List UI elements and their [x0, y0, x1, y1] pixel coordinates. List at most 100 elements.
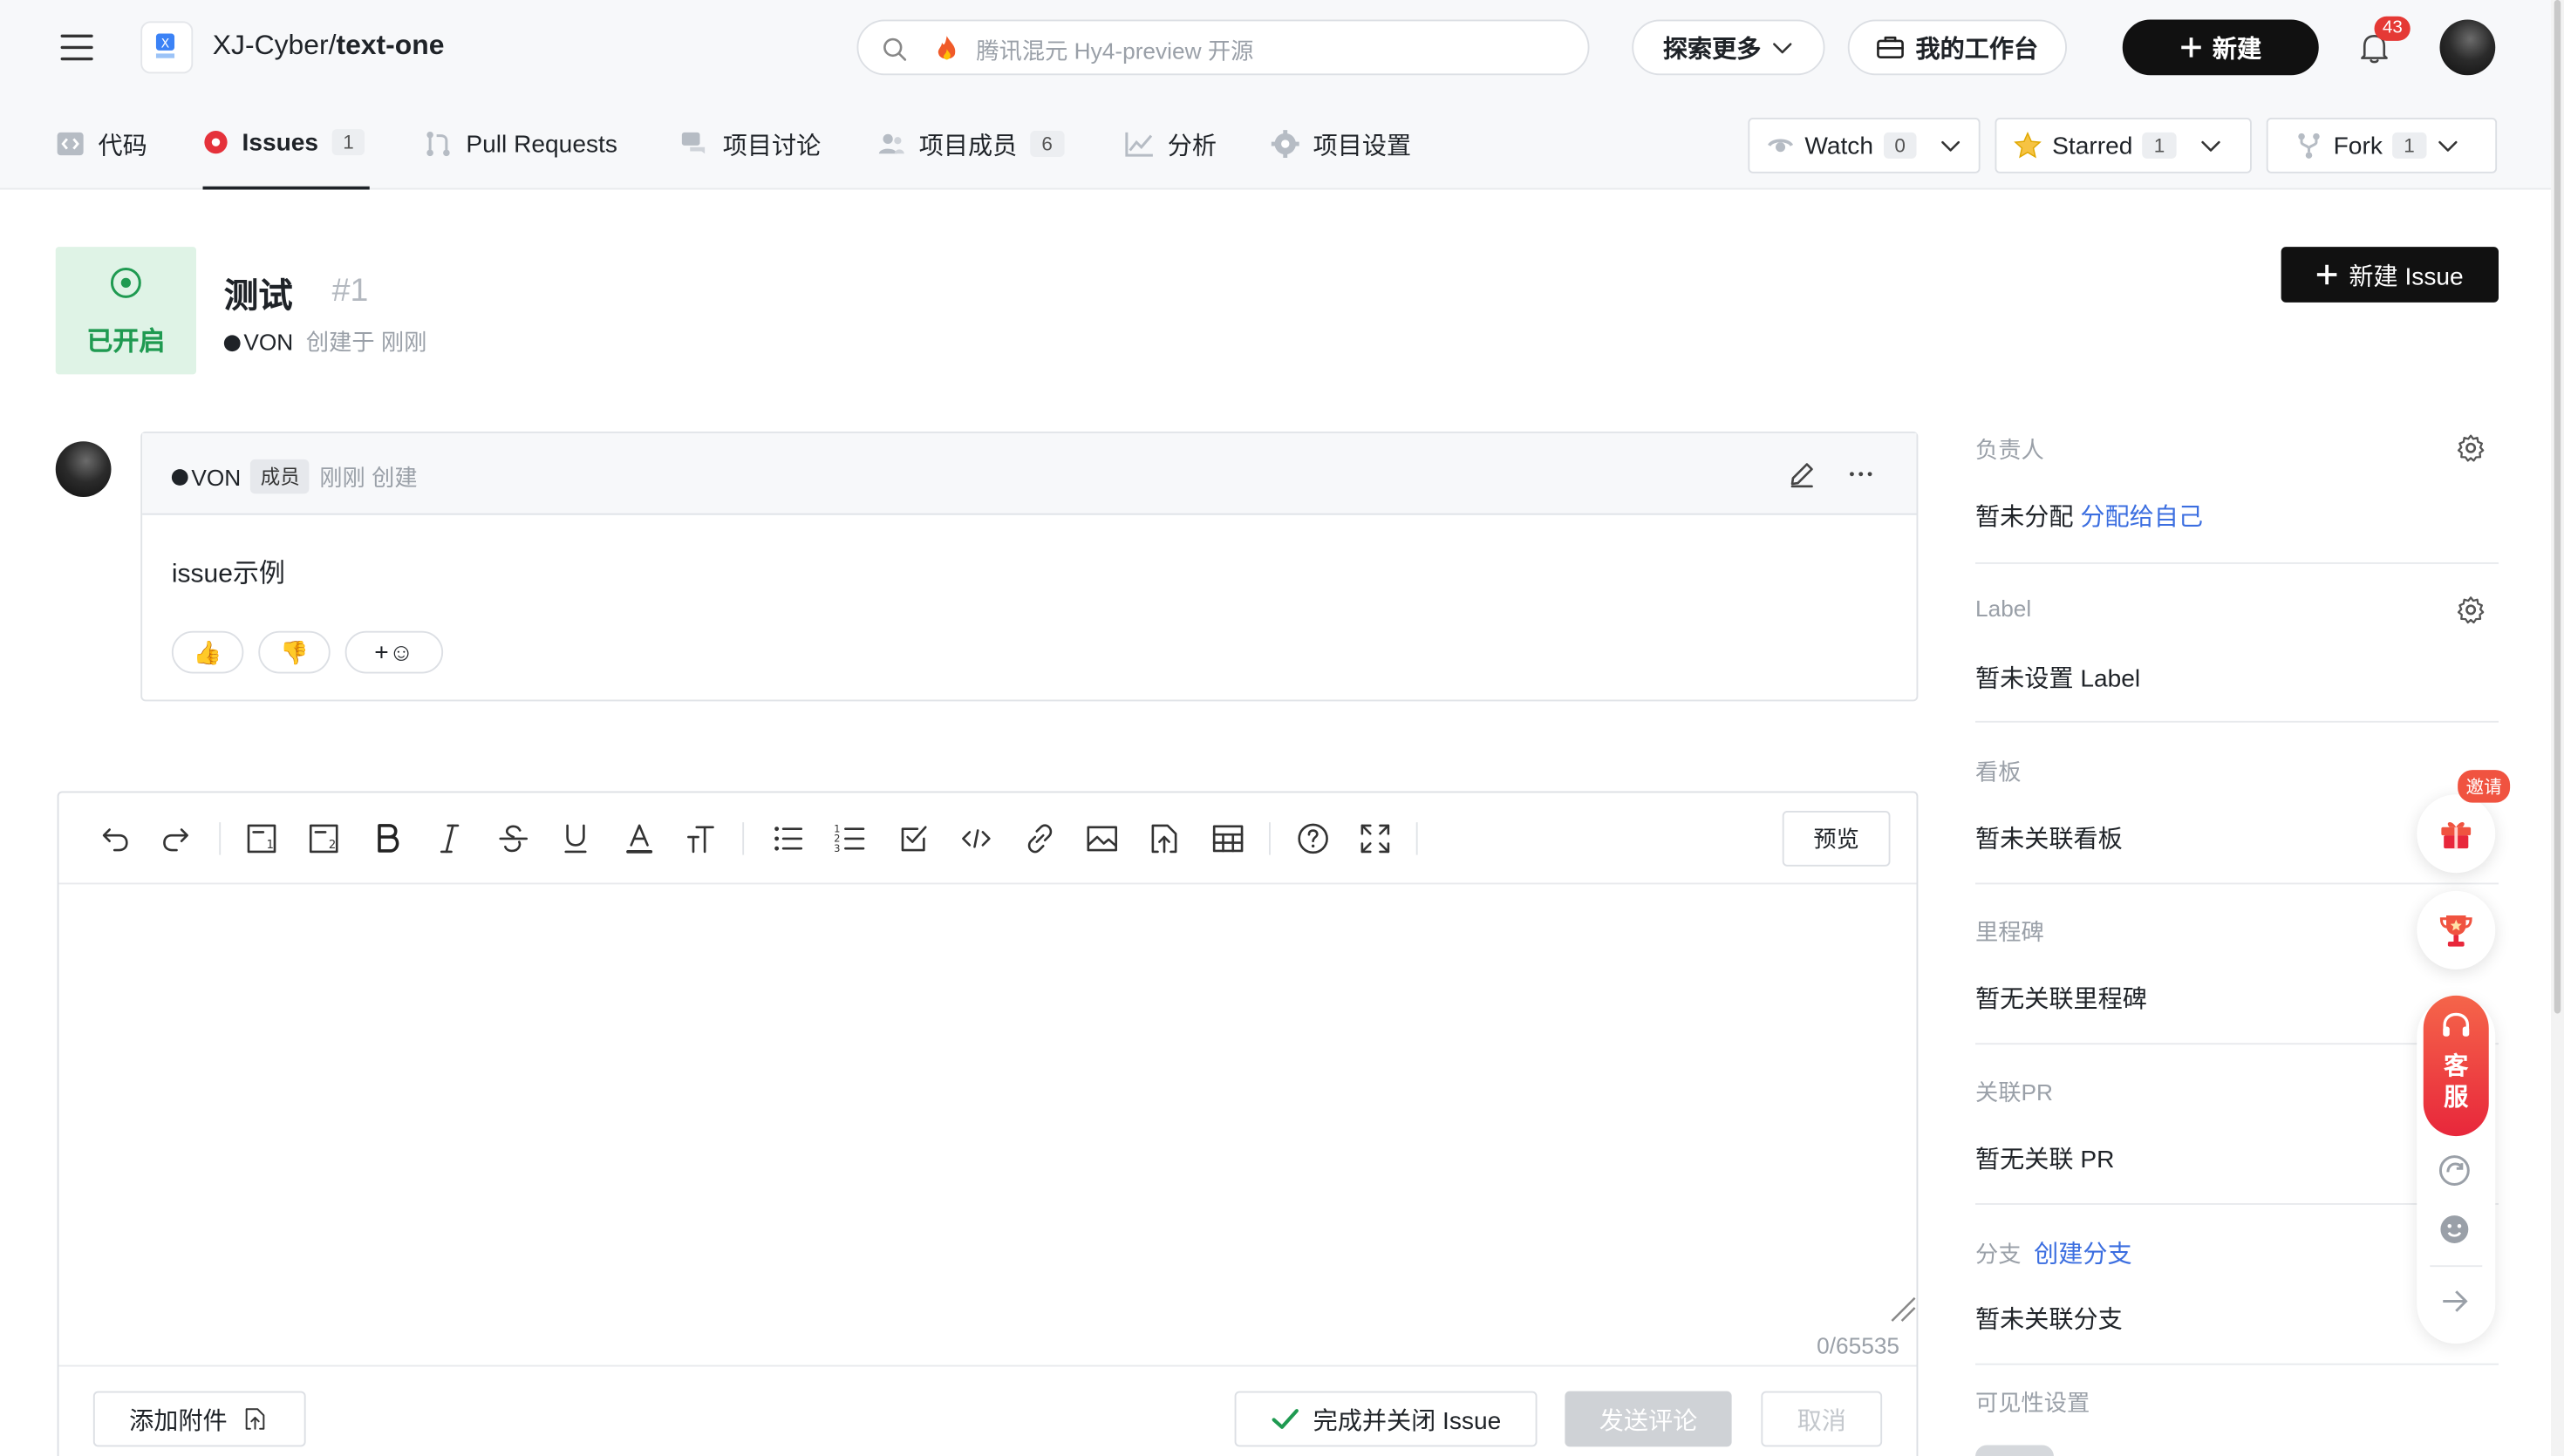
fire-icon — [938, 36, 956, 60]
discussion-icon — [681, 132, 706, 154]
comment-card: VON 成员 刚刚 创建 issue示例 👍 👎 +☺ — [140, 432, 1919, 702]
plus-icon — [2181, 37, 2201, 58]
watch-count: 0 — [1883, 132, 1918, 159]
hamburger-menu-icon[interactable] — [59, 30, 95, 65]
chevron-down-icon[interactable] — [1940, 134, 1962, 157]
bullet-list-icon[interactable] — [768, 819, 808, 858]
board-label: 看板 — [1975, 759, 2022, 785]
font-color-icon[interactable] — [620, 819, 659, 858]
repo-path[interactable]: XJ-Cyber/text-one — [213, 30, 445, 63]
new-button[interactable]: 新建 — [2122, 19, 2319, 76]
tab-issues[interactable]: Issues 1 — [202, 99, 370, 190]
thumbs-down-reaction[interactable]: 👎 — [258, 630, 331, 674]
customer-service-button[interactable]: 客服 — [2423, 995, 2489, 1137]
add-reaction-button[interactable]: +☺ — [344, 630, 444, 674]
heading-1-icon[interactable]: 1 — [242, 819, 282, 858]
floating-divider — [2430, 1265, 2483, 1268]
smiley-feedback-icon[interactable] — [2438, 1213, 2472, 1246]
comment-author[interactable]: VON — [191, 464, 241, 490]
new-issue-button[interactable]: 新建 Issue — [2281, 247, 2499, 303]
headset-icon — [2443, 1012, 2470, 1037]
editor-divider — [58, 1364, 1917, 1367]
help-icon[interactable] — [1293, 819, 1333, 858]
toolbar-divider — [1415, 822, 1418, 855]
arrow-right-icon[interactable] — [2438, 1285, 2472, 1318]
explore-more-button[interactable]: 探索更多 — [1632, 19, 1825, 76]
bold-icon[interactable] — [368, 819, 407, 858]
undo-icon[interactable] — [95, 819, 134, 858]
upload-file-icon[interactable] — [1145, 819, 1184, 858]
underline-icon[interactable] — [556, 819, 596, 858]
tab-settings[interactable]: 项目设置 — [1271, 99, 1411, 190]
refresh-icon[interactable] — [2438, 1154, 2472, 1187]
toolbar-divider — [1269, 822, 1271, 855]
chevron-down-icon[interactable] — [2199, 134, 2222, 157]
customer-service-label: 客服 — [2424, 1051, 2489, 1113]
redo-icon[interactable] — [157, 819, 196, 858]
italic-icon[interactable] — [430, 819, 469, 858]
issue-number: #1 — [331, 273, 369, 310]
label-settings-gear-icon[interactable] — [2456, 595, 2486, 625]
branch-label-text: 分支 — [1975, 1241, 2022, 1268]
tab-members[interactable]: 项目成员 6 — [876, 99, 1065, 190]
tab-settings-label: 项目设置 — [1313, 131, 1412, 160]
tab-pull-requests-label: Pull Requests — [466, 130, 617, 158]
font-size-icon[interactable] — [682, 819, 721, 858]
tab-analytics[interactable]: 分析 — [1125, 99, 1217, 190]
tab-code[interactable]: 代码 — [56, 99, 147, 190]
search-box[interactable]: 腾讯混元 Hy4-preview 开源 — [856, 19, 1590, 76]
cancel-button[interactable]: 取消 — [1761, 1391, 1883, 1447]
comment-author-avatar[interactable] — [55, 441, 112, 497]
resize-handle-icon[interactable] — [1887, 1293, 1920, 1326]
chevron-down-icon[interactable] — [2436, 134, 2458, 157]
add-attachment-button[interactable]: 添加附件 — [92, 1391, 306, 1447]
visibility-label: 可见性设置 — [1975, 1389, 2090, 1416]
code-block-icon[interactable] — [957, 819, 996, 858]
image-icon[interactable] — [1082, 819, 1122, 858]
fork-button[interactable]: Fork 1 — [2266, 118, 2498, 173]
workbench-button[interactable]: 我的工作台 — [1847, 19, 2067, 76]
members-icon — [878, 133, 904, 154]
author-avatar-dot — [171, 468, 188, 485]
watch-label: Watch — [1804, 131, 1873, 160]
send-comment-button[interactable]: 发送评论 — [1565, 1391, 1732, 1447]
assign-to-self-link[interactable]: 分配给自己 — [2080, 504, 2203, 532]
svg-text:1: 1 — [267, 839, 274, 852]
watch-button[interactable]: Watch 0 — [1748, 118, 1981, 173]
label-section-label: Label — [1975, 595, 2032, 622]
link-icon[interactable] — [1020, 819, 1060, 858]
star-button[interactable]: Starred 1 — [1995, 118, 2252, 173]
create-branch-link[interactable]: 创建分支 — [2034, 1241, 2132, 1269]
numbered-list-icon[interactable]: 123 — [831, 819, 870, 858]
tab-discussions[interactable]: 项目讨论 — [680, 99, 821, 190]
tab-members-label: 项目成员 — [918, 131, 1018, 160]
visibility-toggle[interactable] — [1975, 1445, 2054, 1456]
repo-owner[interactable]: XJ-Cyber/ — [213, 30, 337, 61]
new-button-label: 新建 — [2212, 35, 2262, 64]
issue-title: 测试 — [223, 277, 293, 316]
task-list-icon[interactable] — [895, 819, 934, 858]
repo-logo[interactable]: X — [140, 21, 194, 74]
close-issue-button[interactable]: 完成并关闭 Issue — [1234, 1391, 1538, 1447]
fullscreen-icon[interactable] — [1355, 819, 1395, 858]
strikethrough-icon[interactable] — [494, 819, 533, 858]
assignee-settings-gear-icon[interactable] — [2456, 433, 2486, 463]
heading-2-icon[interactable]: 2 — [304, 819, 344, 858]
repo-name[interactable]: text-one — [336, 30, 444, 61]
comment-textarea[interactable] — [59, 884, 1917, 1310]
edit-pencil-icon[interactable] — [1787, 459, 1817, 489]
user-avatar[interactable] — [2439, 19, 2496, 76]
assignee-value: 暂未分配 分配给自己 — [1975, 499, 2203, 533]
thumbs-up-reaction[interactable]: 👍 — [171, 630, 244, 674]
svg-text:3: 3 — [834, 843, 840, 854]
scrollbar-thumb[interactable] — [2554, 0, 2561, 1014]
preview-button[interactable]: 预览 — [1782, 811, 1891, 867]
trophy-button[interactable] — [2417, 890, 2496, 970]
label-value: 暂未设置 Label — [1975, 665, 2141, 693]
issue-author[interactable]: VON — [243, 329, 293, 355]
more-options-icon[interactable] — [1846, 459, 1876, 489]
tab-pull-requests[interactable]: Pull Requests — [424, 99, 617, 190]
invite-gift-button[interactable] — [2417, 794, 2496, 874]
table-icon[interactable] — [1209, 819, 1248, 858]
board-value: 暂未关联看板 — [1975, 825, 2123, 854]
